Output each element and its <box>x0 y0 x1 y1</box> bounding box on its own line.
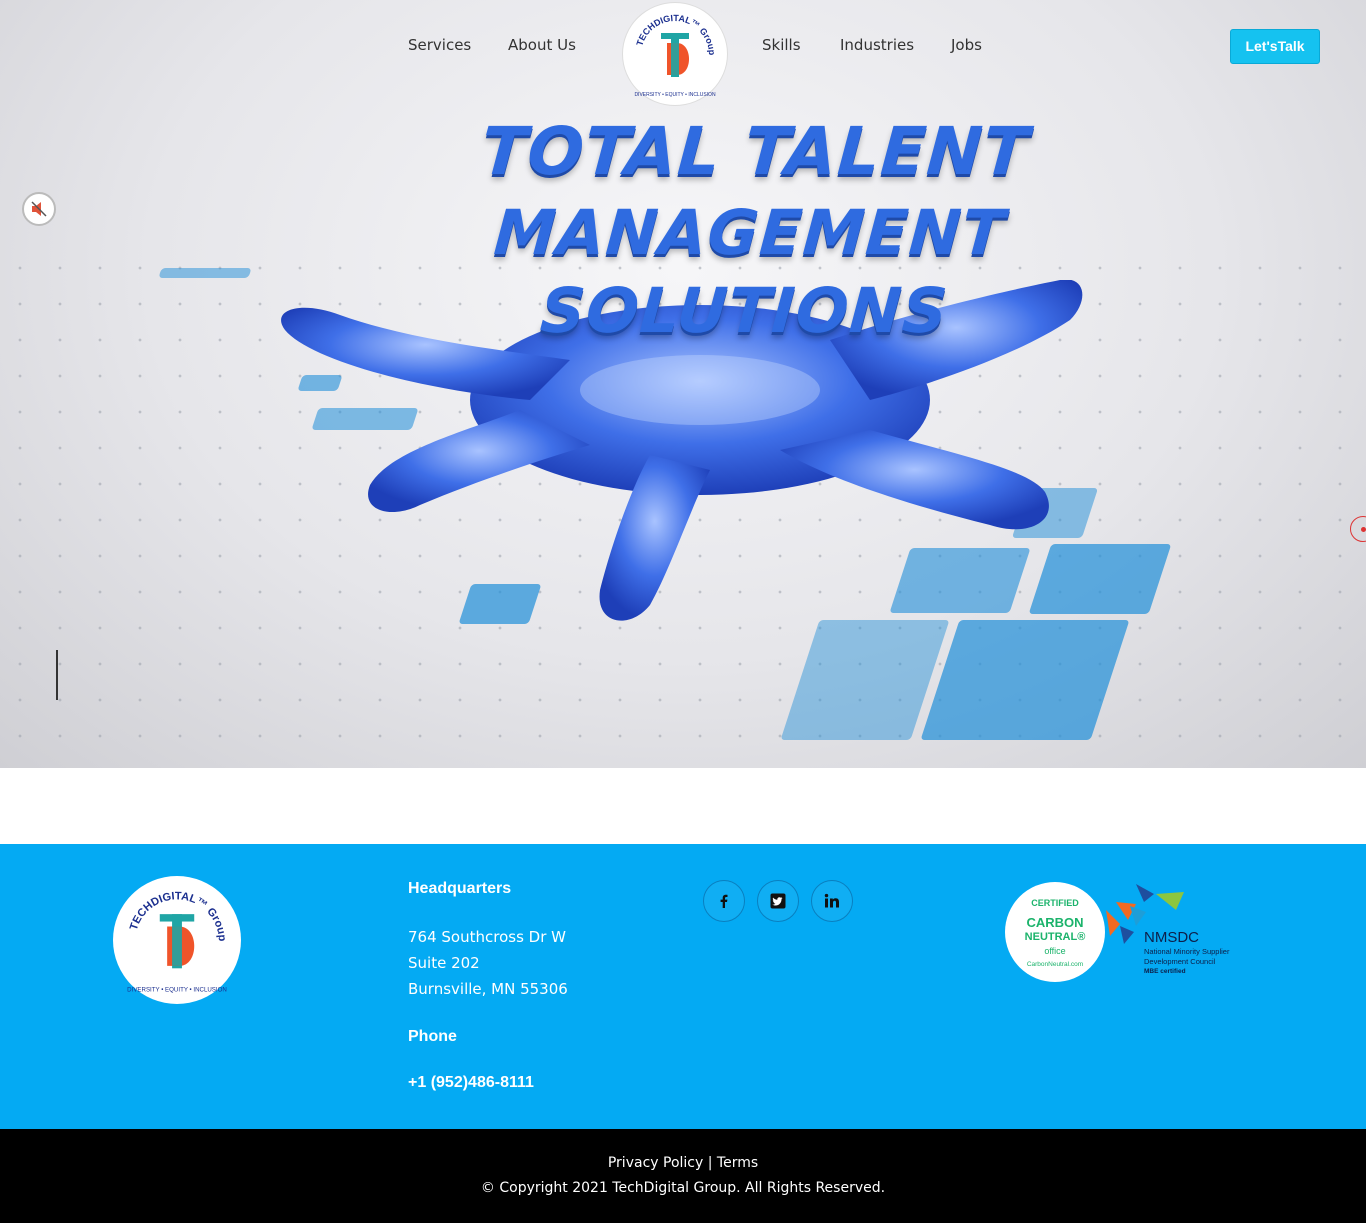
copyright-bar: Privacy Policy | Terms © Copyright 2021 … <box>0 1129 1366 1223</box>
linkedin-icon <box>824 893 839 908</box>
text-cursor <box>56 650 58 700</box>
headquarters-heading: Headquarters <box>408 880 512 897</box>
address-line: 764 Southcross Dr W <box>408 928 566 946</box>
privacy-policy-link[interactable]: Privacy Policy <box>608 1155 703 1171</box>
main-nav: Services About Us TECHDIGITAL™ Group DIV… <box>0 0 1366 106</box>
nav-jobs[interactable]: Jobs <box>951 36 982 54</box>
carbon-badge-top: CERTIFIED <box>1031 898 1079 908</box>
nmsdc-logo: NMSDC National Minority Supplier Develop… <box>1106 884 1230 975</box>
hero-title-line1: TOTAL TALENT <box>479 113 1032 190</box>
nmsdc-line2: Development Council <box>1144 957 1216 966</box>
carbon-badge-mid2: NEUTRAL® <box>1025 931 1086 943</box>
phone-heading: Phone <box>408 1028 457 1045</box>
carbon-badge-mid1: CARBON <box>1026 915 1083 930</box>
nav-services[interactable]: Services <box>408 36 471 54</box>
linkedin-button[interactable] <box>811 880 853 922</box>
nav-industries[interactable]: Industries <box>840 36 914 54</box>
mute-button[interactable] <box>22 192 56 226</box>
carbon-badge-url: CarbonNeutral.com <box>1027 961 1083 968</box>
nav-skills[interactable]: Skills <box>762 36 801 54</box>
hero-title-line2: MANAGEMENT SOLUTIONS <box>491 196 1008 347</box>
footer-logo[interactable]: TECHDIGITAL™ Group DIVERSITY • EQUITY • … <box>113 876 241 1004</box>
carbon-neutral-logo: CERTIFIED CARBON NEUTRAL® office CarbonN… <box>1025 898 1086 968</box>
address-line: Burnsville, MN 55306 <box>408 980 568 998</box>
facebook-icon <box>720 894 728 908</box>
phone-number[interactable]: +1 (952)486-8111 <box>408 1074 534 1092</box>
footer: TECHDIGITAL™ Group DIVERSITY • EQUITY • … <box>0 844 1366 1129</box>
nmsdc-line1: National Minority Supplier <box>1144 947 1230 956</box>
nmsdc-title: NMSDC <box>1144 929 1199 946</box>
twitter-icon <box>770 893 786 909</box>
facebook-button[interactable] <box>703 880 745 922</box>
nmsdc-badge: NMSDC National Minority Supplier Develop… <box>1106 880 1266 980</box>
legal-links: Privacy Policy | Terms <box>0 1155 1366 1171</box>
carbon-badge-sub: office <box>1044 946 1065 956</box>
lets-talk-button[interactable]: Let'sTalk <box>1230 29 1320 64</box>
hero-title: TOTAL TALENT MANAGEMENT SOLUTIONS <box>352 110 1149 350</box>
nmsdc-line3: MBE certified <box>1144 968 1186 975</box>
address-line: Suite 202 <box>408 954 480 972</box>
copyright-text: © Copyright 2021 TechDigital Group. All … <box>480 1180 886 1196</box>
address-block: 764 Southcross Dr W Suite 202 Burnsville… <box>408 924 568 1002</box>
twitter-button[interactable] <box>757 880 799 922</box>
header-logo[interactable]: TECHDIGITAL™ Group DIVERSITY • EQUITY • … <box>622 2 728 106</box>
svg-text:DIVERSITY • EQUITY • INCLUSION: DIVERSITY • EQUITY • INCLUSION <box>127 987 227 994</box>
link-separator: | <box>707 1155 713 1171</box>
terms-link[interactable]: Terms <box>717 1155 758 1171</box>
nav-about-us[interactable]: About Us <box>508 36 576 54</box>
carbon-neutral-badge: CERTIFIED CARBON NEUTRAL® office CarbonN… <box>1005 882 1105 982</box>
techdigital-logo-icon: TECHDIGITAL™ Group DIVERSITY • EQUITY • … <box>127 890 228 994</box>
hero-tile <box>158 268 252 278</box>
techdigital-logo-icon: TECHDIGITAL™ Group DIVERSITY • EQUITY • … <box>634 13 717 98</box>
hero-video: TOTAL TALENT MANAGEMENT SOLUTIONS Servic… <box>0 0 1366 768</box>
svg-text:DIVERSITY • EQUITY • INCLUSION: DIVERSITY • EQUITY • INCLUSION <box>634 92 716 98</box>
speaker-muted-icon <box>31 201 47 217</box>
